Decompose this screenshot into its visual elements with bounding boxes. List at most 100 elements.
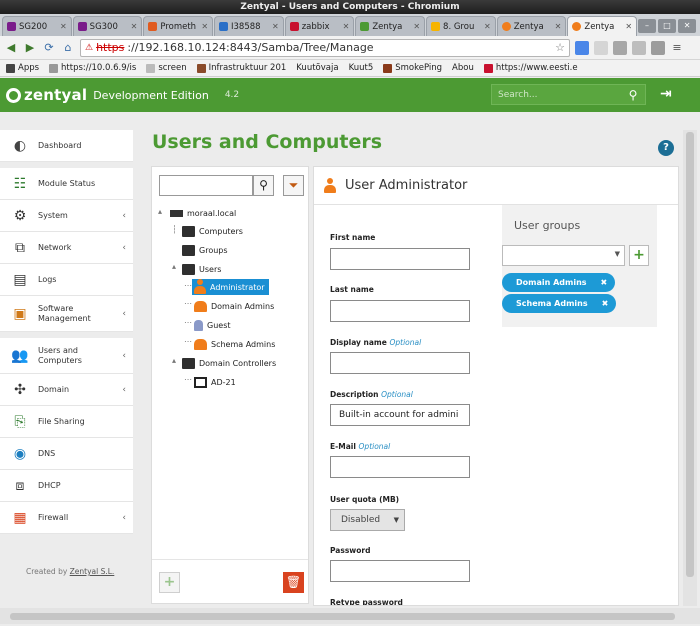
tab-close-icon[interactable]: ✕ (413, 18, 420, 36)
tab-close-icon[interactable]: ✕ (131, 18, 138, 36)
chevron-left-icon: ‹ (122, 242, 126, 253)
bookmark-link[interactable]: SmokePing (383, 63, 442, 73)
sidebar-item-file-sharing[interactable]: ⎘ File Sharing (0, 406, 133, 438)
search-input[interactable]: Search... (498, 90, 538, 100)
tree-node-computer[interactable]: AD-21 (194, 374, 236, 390)
bookmark-link[interactable]: Kuutõvaja (296, 63, 338, 73)
firewall-icon: ▦ (13, 509, 27, 526)
browser-tab-active[interactable]: Zentya ✕ (567, 16, 638, 36)
browser-tab[interactable]: Zentya ✕ (496, 16, 567, 36)
minimize-icon[interactable]: – (638, 19, 657, 33)
horizontal-scrollbar[interactable] (0, 608, 700, 624)
extension-translate-icon[interactable] (575, 40, 589, 55)
search-icon[interactable]: ⚲ (621, 85, 645, 104)
tree-node-folder[interactable]: Groups (182, 242, 228, 258)
tree-expander-icon[interactable]: ▴ (158, 207, 162, 216)
tree-node-root[interactable]: moraal.local (170, 205, 236, 221)
zentyal-logo[interactable]: zentyal (6, 86, 87, 104)
bookmark-link[interactable]: screen (146, 63, 187, 73)
tab-close-icon[interactable]: ✕ (343, 18, 350, 36)
tree-node-folder[interactable]: Computers (182, 223, 243, 239)
tree-guide: ⋯ (184, 318, 192, 327)
tab-close-icon[interactable]: ✕ (60, 18, 67, 36)
tree-node-folder[interactable]: Domain Controllers (182, 355, 276, 371)
tree-expander-icon[interactable]: ▴ (172, 262, 176, 271)
password-field[interactable] (330, 560, 470, 582)
add-button[interactable]: + (159, 572, 180, 593)
sidebar-item-domain[interactable]: ✣ Domain ‹ (0, 374, 133, 406)
sidebar-item-system[interactable]: ⚙ System ‹ (0, 200, 133, 232)
display-name-field[interactable] (330, 352, 470, 374)
group-select[interactable]: ▼ (502, 245, 625, 266)
tab-close-icon[interactable]: ✕ (625, 18, 632, 36)
tab-close-icon[interactable]: ✕ (201, 18, 208, 36)
reload-icon[interactable]: ⟳ (42, 41, 56, 55)
browser-tab[interactable]: I38588 ✕ (214, 16, 284, 36)
sidebar-item-module-status[interactable]: ☷ Module Status (0, 168, 133, 200)
help-icon[interactable]: ? (658, 140, 674, 156)
bookmark-link[interactable]: Infrastruktuur 201 (196, 63, 286, 73)
maximize-icon[interactable]: □ (658, 19, 677, 33)
delete-button[interactable]: 🗑 (283, 572, 304, 593)
user-quota-select[interactable]: Disabled ▼ (330, 509, 405, 531)
browser-tab[interactable]: 8. Grou ✕ (426, 16, 496, 36)
remove-group-icon[interactable]: ✖ (602, 294, 609, 313)
bookmark-star-icon[interactable]: ☆ (555, 40, 565, 56)
browser-tab[interactable]: zabbix ✕ (284, 16, 355, 36)
sidebar-item-firewall[interactable]: ▦ Firewall ‹ (0, 502, 133, 534)
tab-close-icon[interactable]: ✕ (484, 18, 491, 36)
sidebar-item-network[interactable]: ⧉ Network ‹ (0, 232, 133, 264)
tree-search-input[interactable] (159, 175, 253, 196)
logout-icon[interactable]: ⇥ (660, 86, 678, 104)
bookmark-link[interactable]: Abou (452, 63, 474, 73)
sidebar-item-dashboard[interactable]: ◐ Dashboard (0, 130, 133, 162)
back-icon[interactable]: ◀ (4, 41, 18, 55)
header-search[interactable]: Search... ⚲ (491, 84, 646, 105)
remove-group-icon[interactable]: ✖ (601, 273, 608, 292)
close-window-icon[interactable]: ✕ (678, 19, 697, 33)
extension-puzzle-icon[interactable] (651, 40, 665, 55)
tab-close-icon[interactable]: ✕ (272, 18, 279, 36)
chevron-left-icon: ‹ (122, 350, 126, 361)
description-field[interactable]: Built-in account for admini (330, 404, 470, 426)
browser-tab[interactable]: SG200 ✕ (2, 16, 72, 36)
tree-expander-icon[interactable]: ▴ (172, 356, 176, 365)
menu-icon[interactable]: ≡ (670, 41, 684, 55)
sidebar-item-users[interactable]: 👥 Users and Computers ‹ (0, 338, 133, 374)
scrollbar-thumb[interactable] (686, 132, 694, 577)
tree-node-user-selected[interactable]: Administrator (192, 279, 269, 295)
browser-tab[interactable]: Zentya ✕ (355, 16, 426, 36)
search-icon[interactable]: ⚲ (253, 175, 274, 196)
forward-icon[interactable]: ▶ (23, 41, 37, 55)
extension-card-icon[interactable] (613, 40, 627, 55)
bookmark-link[interactable]: https://www.eesti.e (483, 63, 578, 73)
email-field[interactable] (330, 456, 470, 478)
browser-tab[interactable]: Prometh ✕ (143, 16, 214, 36)
bookmark-link[interactable]: https://10.0.6.9/is (49, 63, 136, 73)
tab-close-icon[interactable]: ✕ (555, 18, 562, 36)
sidebar-item-dhcp[interactable]: ⧈ DHCP (0, 470, 133, 502)
tree-node-folder[interactable]: Users (182, 261, 221, 277)
home-icon[interactable]: ⌂ (61, 41, 75, 55)
credits-link[interactable]: Zentyal S.L. (70, 567, 115, 576)
scrollbar-thumb[interactable] (10, 613, 675, 620)
domain-icon: ✣ (14, 381, 26, 398)
tree-node-user[interactable]: Guest (194, 317, 231, 333)
sidebar-item-dns[interactable]: ◉ DNS (0, 438, 133, 470)
bookmark-link[interactable]: Kuut5 (349, 63, 374, 73)
folder-open-icon (182, 357, 195, 369)
sidebar-item-logs[interactable]: ▤ Logs (0, 264, 133, 296)
bookmark-apps[interactable]: Apps (6, 63, 39, 73)
first-name-field[interactable] (330, 248, 470, 270)
tree-node-group[interactable]: Domain Admins (194, 298, 274, 314)
vertical-scrollbar[interactable] (683, 130, 697, 606)
add-group-button[interactable]: + (629, 245, 649, 266)
address-bar[interactable]: ⚠ https://192.168.10.124:8443/Samba/Tree… (80, 38, 570, 57)
extension-gray-icon[interactable] (632, 40, 646, 55)
last-name-field[interactable] (330, 300, 470, 322)
filter-icon[interactable]: ⏷ (283, 175, 304, 196)
sidebar-item-software[interactable]: ▣ Software Management ‹ (0, 296, 133, 332)
tree-node-group[interactable]: Schema Admins (194, 336, 275, 352)
browser-tab[interactable]: SG300 ✕ (72, 16, 143, 36)
extension-id-icon[interactable] (594, 40, 608, 55)
